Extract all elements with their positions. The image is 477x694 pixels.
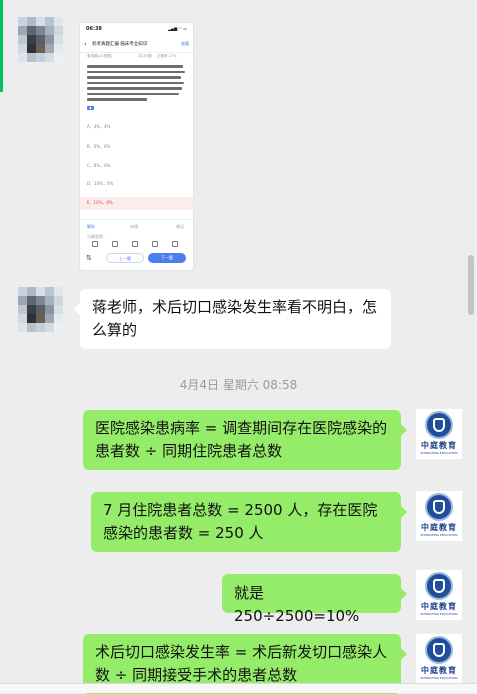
screenshot-meta-mid: 共100题 (138, 54, 152, 58)
screenshot-list-icon: ⇅ (86, 254, 92, 262)
screenshot-option-c: C、8%，8% (87, 163, 111, 168)
message-bubble-right[interactable]: 7 月住院患者总数 = 2500 人，存在医院感染的患者数 = 250 人 (91, 492, 407, 552)
window-accent-bar (0, 0, 3, 92)
screenshot-status-icons: ▂▄▆ ◠ ▭ (167, 26, 187, 31)
message-text: 医院感染患病率 = 调查期间存在医院感染的患者数 ÷ 同期住院患者总数 (95, 419, 388, 460)
screenshot-meta-left: 单选题(A1型题) (87, 54, 112, 58)
student-avatar[interactable] (18, 287, 64, 333)
logo-name-en: ZHONGTING EDUCATION (420, 612, 458, 616)
screenshot-foot-note: 笔记 (176, 224, 184, 229)
logo-name-cn: 中庭教育 (421, 441, 457, 450)
screenshot-tool-icon (92, 241, 98, 247)
logo-name-en: ZHONGTING EDUCATION (420, 533, 458, 537)
logo-emblem-icon (425, 572, 453, 600)
chat-scrollbar[interactable] (468, 255, 474, 315)
logo-name-cn: 中庭教育 (421, 602, 457, 611)
logo-name-cn: 中庭教育 (421, 523, 457, 532)
message-text: 蒋老师，术后切口感染发生率看不明白，怎么算的 (92, 298, 378, 339)
screenshot-divider (80, 52, 193, 53)
screenshot-option-d: D、10%，4% (87, 181, 114, 186)
screenshot-nav-right: 收藏 (181, 41, 189, 46)
teacher-avatar[interactable]: 中庭教育 ZHONGTING EDUCATION (416, 634, 462, 684)
message-text: 就是250÷2500=10% (234, 584, 360, 625)
logo-name-en: ZHONGTING EDUCATION (420, 451, 458, 455)
screenshot-option-e: E、10%，8% (87, 200, 113, 205)
logo-name-cn: 中庭教育 (421, 666, 457, 675)
logo-emblem-icon (425, 493, 453, 521)
logo-name-en: ZHONGTING EDUCATION (420, 676, 458, 680)
screenshot-question-text (87, 65, 185, 104)
screenshot-back-icon: ‹ (84, 40, 87, 48)
message-bubble-right[interactable]: 就是250÷2500=10% (222, 574, 407, 625)
teacher-avatar[interactable]: 中庭教育 ZHONGTING EDUCATION (416, 491, 462, 541)
message-bubble-left[interactable]: 蒋老师，术后切口感染发生率看不明白，怎么算的 (74, 289, 391, 349)
screenshot-option-a: A、4%，4% (87, 124, 111, 129)
student-avatar-top[interactable] (18, 17, 64, 63)
screenshot-status-time: 06:38 (86, 26, 102, 32)
screenshot-meta-right: 正确率 27% (157, 54, 177, 58)
question-screenshot-image[interactable]: 06:38 ▂▄▆ ◠ ▭ ‹ 机考真题汇编 临床专业知识 收藏 单选题(A1型… (80, 23, 193, 270)
screenshot-option-b: B、6%，6% (87, 144, 111, 149)
message-text: 7 月住院患者总数 = 2500 人，存在医院感染的患者数 = 250 人 (103, 501, 378, 542)
screenshot-tool-icon (152, 241, 158, 247)
teacher-avatar[interactable]: 中庭教育 ZHONGTING EDUCATION (416, 570, 462, 620)
logo-emblem-icon (425, 636, 453, 664)
screenshot-prev-button: 上一题 (106, 253, 144, 263)
screenshot-tool-icon (172, 241, 178, 247)
screenshot-foot-explain: 解析 (87, 224, 95, 229)
screenshot-divider (80, 219, 193, 220)
screenshot-tool-icon (132, 241, 138, 247)
message-bubble-right[interactable]: 医院感染患病率 = 调查期间存在医院感染的患者数 ÷ 同期住院患者总数 (83, 410, 407, 470)
screenshot-question-tag: ◆ (87, 106, 94, 110)
screenshot-foot-answer: 正确答案： (87, 234, 107, 239)
screenshot-nav-title: 机考真题汇编 临床专业知识 (92, 42, 148, 47)
screenshot-tool-icon (112, 241, 118, 247)
teacher-avatar[interactable]: 中庭教育 ZHONGTING EDUCATION (416, 409, 462, 459)
screenshot-next-button: 下一题 (148, 253, 186, 263)
message-text: 术后切口感染发生率 = 术后新发切口感染人数 ÷ 同期接受手术的患者总数 (95, 643, 388, 684)
chat-timestamp: 4月4日 星期六 08:58 (179, 378, 298, 392)
logo-emblem-icon (425, 411, 453, 439)
screenshot-foot-correct: 纠错 (130, 224, 138, 229)
